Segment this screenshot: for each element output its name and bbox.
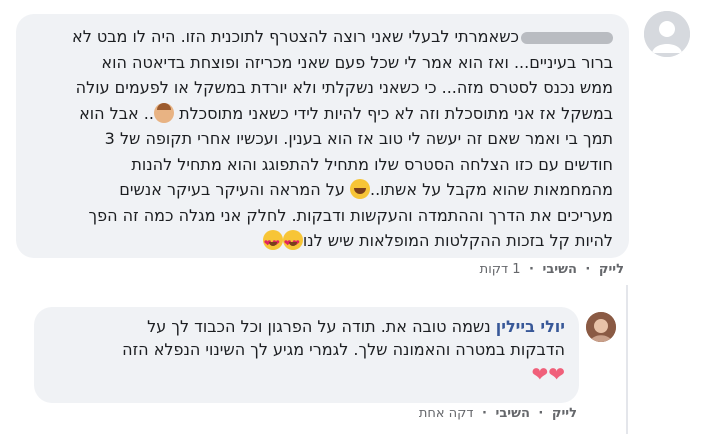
- hearts-emoji: ❤❤: [531, 362, 565, 386]
- reply-like-link[interactable]: לייק: [552, 406, 577, 421]
- reply-text: יולי ביילין נשמה טובה את. תודה על הפרגון…: [122, 317, 565, 386]
- thread-line: [626, 285, 628, 434]
- reply-actions: לייק · השיבי · דקה אחת: [418, 406, 577, 421]
- like-link[interactable]: לייק: [599, 262, 624, 277]
- face-emoji: [153, 102, 174, 123]
- reply-link[interactable]: השיבי: [543, 262, 577, 277]
- reply-bubble: יולי ביילין נשמה טובה את. תודה על הפרגון…: [34, 307, 579, 403]
- profile-photo-icon: [586, 312, 616, 342]
- reply-reply-link[interactable]: השיבי: [496, 406, 530, 421]
- laughing-emoji: [349, 179, 370, 199]
- comment-text: כשאמרתי לבעלי שאני רוצה להצטרף לתוכנית ה…: [23, 24, 613, 258]
- heart-eyes-emoji: [262, 230, 283, 258]
- reply-author[interactable]: יולי ביילין: [496, 317, 565, 336]
- heart-eyes-emoji: [282, 230, 303, 258]
- redacted-name: [521, 31, 613, 44]
- comment-bubble: כשאמרתי לבעלי שאני רוצה להצטרף לתוכנית ה…: [16, 14, 629, 258]
- timestamp[interactable]: 1 דקות: [480, 262, 521, 277]
- default-user-icon: [644, 11, 690, 57]
- commenter-avatar[interactable]: [644, 11, 690, 57]
- reply-timestamp[interactable]: דקה אחת: [419, 406, 474, 421]
- comment-actions: לייק · השיבי · 1 דקות: [479, 262, 624, 277]
- reply-avatar[interactable]: [586, 312, 616, 342]
